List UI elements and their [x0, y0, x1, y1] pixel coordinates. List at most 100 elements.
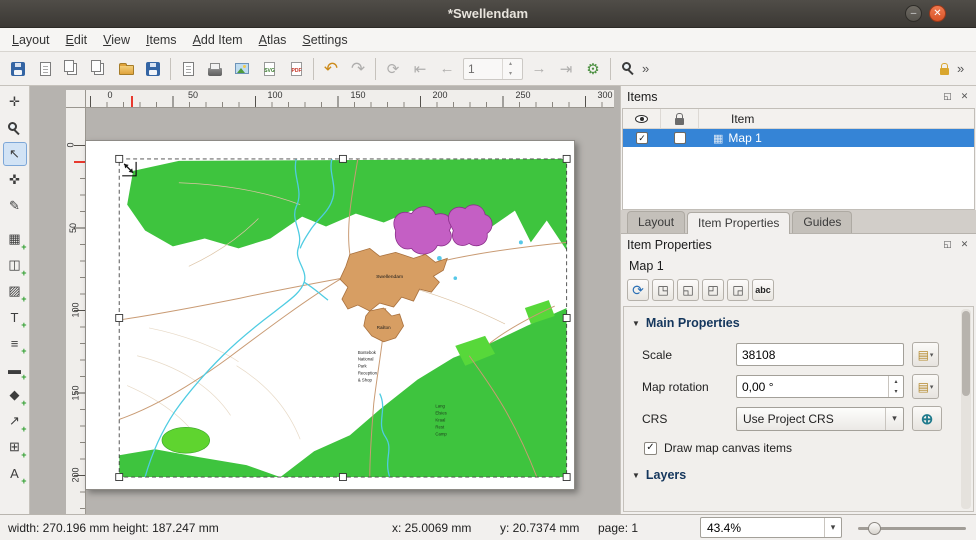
atlas-spin-arrows[interactable]: ▴ ▾ [502, 59, 518, 79]
save-project-button[interactable] [5, 56, 31, 82]
add-map-button[interactable]: ▦+ [3, 227, 27, 251]
tab-layout[interactable]: Layout [627, 211, 685, 233]
add-shape-button[interactable]: ◆+ [3, 383, 27, 407]
select-move-item-tool-button[interactable]: ↖ [3, 142, 27, 166]
zoom-button[interactable] [615, 56, 641, 82]
atlas-settings-button[interactable]: ⚙ [580, 56, 606, 82]
new-layout-button[interactable] [32, 56, 58, 82]
cursor-position-marker-h [131, 96, 133, 107]
lock-checkbox[interactable] [674, 132, 686, 144]
add-label-button[interactable]: T+ [3, 305, 27, 329]
zoom-tool-icon [8, 122, 17, 131]
menu-edit[interactable]: Edit [58, 30, 96, 50]
layout-page[interactable]: Swellendam Railton Bontebok National Par… [85, 140, 575, 490]
layout-canvas[interactable]: 0 50 100 150 200 250 300 0 50 100 150 20… [30, 86, 620, 514]
globe-icon: ⊕ [921, 410, 934, 428]
atlas-last-icon: ⇥ [560, 60, 573, 78]
page-number-label: page: 1 [598, 521, 638, 535]
move-item-content-tool-button[interactable]: ✜ [3, 168, 27, 192]
zoom-slider[interactable] [858, 527, 966, 530]
select-crs-button[interactable]: ⊕ [912, 406, 942, 431]
lock-items-button[interactable] [931, 56, 957, 82]
zoom-slider-thumb[interactable] [868, 522, 881, 535]
tab-item-properties[interactable]: Item Properties [687, 212, 790, 234]
view-extent-in-canvas-button[interactable]: ◱ [677, 279, 699, 301]
set-scale-to-canvas-button[interactable]: ◰ [702, 279, 724, 301]
pan-tool-button[interactable]: ✛ [3, 90, 27, 114]
minimize-button[interactable]: – [905, 5, 922, 22]
add-picture-button[interactable]: ▨+ [3, 279, 27, 303]
export-image-icon [235, 63, 249, 74]
tab-guides[interactable]: Guides [792, 211, 852, 233]
add-attribute-table-button[interactable]: ⊞+ [3, 435, 27, 459]
close-panel-icon[interactable]: ✕ [957, 237, 972, 252]
crs-combobox[interactable]: Use Project CRS ▾ [736, 407, 904, 431]
duplicate-layout-button[interactable] [59, 56, 85, 82]
add-scalebar-button[interactable]: ▬+ [3, 357, 27, 381]
menu-layout[interactable]: Layout [4, 30, 58, 50]
atlas-last-button[interactable]: ⇥ [553, 56, 579, 82]
add-html-button[interactable]: A+ [3, 461, 27, 485]
zoom-tool-button[interactable] [3, 116, 27, 140]
edit-nodes-tool-button[interactable]: ✎ [3, 194, 27, 218]
export-image-button[interactable] [229, 56, 255, 82]
rotation-spin-arrows[interactable]: ▴ ▾ [888, 376, 903, 397]
menu-add-item[interactable]: Add Item [185, 30, 251, 50]
add-arrow-button[interactable]: ↗+ [3, 409, 27, 433]
items-row-map1[interactable]: ✓ ▦ Map 1 [623, 129, 974, 147]
scale-input[interactable] [736, 343, 904, 366]
undock-icon[interactable]: ◱ [940, 237, 955, 252]
plus-badge: + [21, 450, 26, 460]
select-cursor-icon: ↖ [9, 146, 20, 162]
rotation-override-button[interactable]: ▤ ▾ [912, 374, 939, 399]
close-panel-icon[interactable]: ✕ [957, 89, 972, 104]
print-button[interactable] [202, 56, 228, 82]
scale-override-button[interactable]: ▤ ▾ [912, 342, 939, 367]
horizontal-ruler[interactable]: 0 50 100 150 200 250 300 [86, 90, 614, 108]
add-3d-map-button[interactable]: ◫+ [3, 253, 27, 277]
map-rotation-input[interactable] [736, 375, 904, 398]
main-properties-group-header[interactable]: ▼ Main Properties [624, 307, 973, 335]
toolbar-overflow-chevron-2[interactable]: » [957, 61, 971, 76]
map-content: Swellendam Railton Bontebok National Par… [119, 159, 566, 477]
menu-atlas[interactable]: Atlas [251, 30, 295, 50]
properties-scrollbar[interactable] [961, 309, 971, 509]
menu-view[interactable]: View [95, 30, 138, 50]
open-button[interactable] [113, 56, 139, 82]
scrollbar-thumb[interactable] [962, 311, 970, 396]
update-map-preview-button[interactable]: ⟳ [627, 279, 649, 301]
undock-icon[interactable]: ◱ [940, 89, 955, 104]
labeling-settings-button[interactable]: abc [752, 279, 774, 301]
map-item[interactable]: Swellendam Railton Bontebok National Par… [86, 141, 574, 489]
undo-button[interactable]: ↶ [318, 56, 344, 82]
close-button[interactable]: ✕ [929, 5, 946, 22]
add-legend-button[interactable]: ≡+ [3, 331, 27, 355]
layout-manager-button[interactable] [86, 56, 112, 82]
zoom-level-combobox[interactable]: ▾ [700, 517, 842, 538]
save-as-button[interactable] [140, 56, 166, 82]
item-size-label: width: 270.196 mm height: 187.247 mm [8, 521, 219, 535]
spin-down-icon: ▾ [889, 387, 903, 398]
atlas-prev-button[interactable]: ← [434, 56, 460, 82]
ruler-label: 50 [188, 90, 198, 100]
interactive-extent-button[interactable]: ◲ [727, 279, 749, 301]
atlas-next-button[interactable]: → [526, 56, 552, 82]
set-extent-to-canvas-button[interactable]: ◳ [652, 279, 674, 301]
draw-canvas-items-checkbox[interactable]: ✓ [644, 442, 657, 455]
layers-group-header[interactable]: ▼ Layers [624, 459, 973, 487]
visibility-checkbox[interactable]: ✓ [636, 132, 648, 144]
menu-settings[interactable]: Settings [294, 30, 355, 50]
export-pdf-button[interactable] [283, 56, 309, 82]
atlas-page-spinbox[interactable]: ▴ ▾ [463, 58, 523, 80]
atlas-first-button[interactable]: ⇤ [407, 56, 433, 82]
toolbar-overflow-chevron[interactable]: » [642, 61, 656, 76]
refresh-view-button[interactable]: ⟳ [380, 56, 406, 82]
export-svg-button[interactable] [256, 56, 282, 82]
vertical-ruler[interactable]: 0 50 100 150 200 [66, 108, 86, 514]
add-pages-button[interactable] [175, 56, 201, 82]
zoom-level-input[interactable] [701, 521, 824, 535]
menu-items[interactable]: Items [138, 30, 185, 50]
atlas-page-input[interactable] [464, 59, 502, 79]
interactive-extent-icon: ◲ [732, 283, 743, 297]
redo-button[interactable]: ↷ [345, 56, 371, 82]
